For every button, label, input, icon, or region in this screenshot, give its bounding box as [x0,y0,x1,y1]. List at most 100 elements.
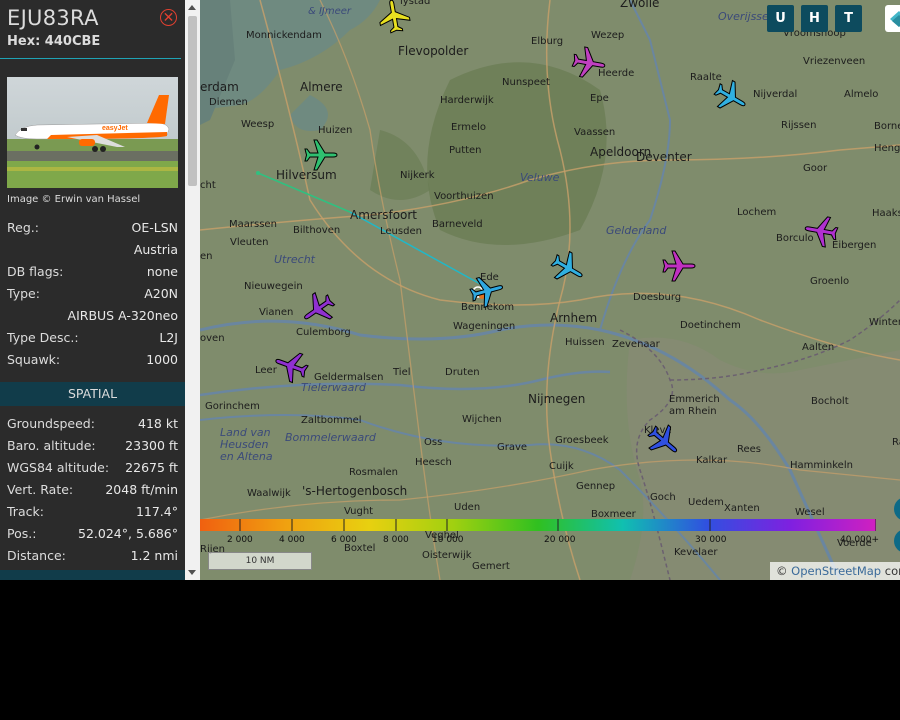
svg-text:easyJet: easyJet [102,125,128,132]
divider [0,58,181,59]
place-label: Almere [300,80,343,94]
place-label: Doetinchem [680,320,741,331]
place-label: en [200,251,213,262]
altitude-tick-label: 10 000 [432,535,464,545]
altitude-legend [200,519,876,531]
spatial-value: 1.2 nmi [130,548,178,563]
info-label: Squawk: [7,352,61,367]
place-label: Hengl [874,143,900,154]
spatial-label: Groundspeed: [7,416,95,431]
map-attribution: © OpenStreetMap cor [770,562,900,580]
t-button[interactable]: T [835,5,862,32]
scroll-thumb[interactable] [188,16,197,186]
info-value: L2J [159,330,178,345]
place-label: cht [200,180,216,191]
h-button[interactable]: H [801,5,828,32]
scale-label: 10 NM [245,556,275,566]
place-label: Bilthoven [293,225,341,236]
place-label: Veluwe [520,171,560,184]
place-label: Goor [803,163,828,174]
aircraft-magenta-doesburg[interactable] [658,245,700,287]
openstreetmap-link[interactable]: OpenStreetMap [791,564,881,578]
aircraft-green-hilversum[interactable] [300,134,342,176]
photo-credit: Image © Erwin van Hassel [7,194,141,205]
aircraft-violet-wezep[interactable] [568,42,610,84]
place-label: Barneveld [432,219,483,230]
place-label: Vaassen [574,127,616,138]
info-value: OE-LSN [131,220,179,235]
section-header-next[interactable] [0,570,185,580]
place-label: Diemen [209,97,248,108]
place-label: Rosmalen [349,467,398,478]
place-label: Wesel [795,507,825,518]
sidebar-scrollbar[interactable] [185,0,200,580]
place-label: Haaksberge [872,208,900,219]
place-label: Zaltbommel [301,415,362,426]
spatial-value: 2048 ft/min [105,482,178,497]
place-label: Elburg [531,36,564,47]
hex-code: Hex: 440CBE [7,34,101,49]
aircraft-yellow[interactable] [373,0,415,37]
spatial-value: 23300 ft [125,438,178,453]
place-label: Hamminkeln [790,460,853,471]
scale-bar: 10 NM [208,552,312,570]
place-label: Gemert [472,561,510,572]
info-value: none [146,264,178,279]
place-label: Grave [497,442,528,453]
info-value: A20N [144,286,178,301]
place-label: Bocholt [811,396,849,407]
aircraft-blue-kleve[interactable] [643,420,685,462]
close-icon[interactable]: ✕ [160,9,177,26]
place-label: Zwolle [620,0,660,10]
place-label: Xanten [724,503,760,514]
place-label: Groenlo [810,276,850,287]
place-label: Aalten [802,342,835,353]
altitude-tick-label: 8 000 [383,535,409,545]
aircraft-cyan-raalte[interactable] [710,76,752,118]
aircraft-cyan-arnhem[interactable] [547,247,589,289]
place-label: Vianen [259,307,294,318]
altitude-tick-label: 40 000+ [840,535,880,545]
scroll-down-icon[interactable] [188,570,196,575]
place-label: Zevenaar [612,339,660,350]
place-label: erdam [200,80,239,94]
place-label: Oss [424,437,443,448]
info-row: Reg.: OE-LSN [7,219,178,237]
place-label: Amersfoort [350,208,418,222]
info-row: Squawk: 1000 [7,351,178,369]
altitude-tick-label: 6 000 [331,535,357,545]
place-label: Nunspeet [502,77,550,88]
spatial-row: Vert. Rate: 2048 ft/min [7,481,178,499]
place-label: Tiel [393,367,411,378]
aircraft-purple-culemborg[interactable] [297,288,339,330]
map-view[interactable]: lystad & IJmeer Zwolle Overijsse Vroomshoop M… [200,0,900,580]
place-label: Wezep [591,30,625,41]
place-label: Weesp [241,119,275,130]
spatial-row: Track: 117.4° [7,503,178,521]
spatial-row: Pos.: 52.024°, 5.686° [7,525,178,543]
aircraft-purple-leer[interactable] [270,345,312,387]
place-label: Gennep [576,481,616,492]
scroll-up-icon[interactable] [188,5,196,10]
spatial-label: Baro. altitude: [7,438,96,453]
place-label: Wijchen [462,414,502,425]
place-label: Bommelerwaard [285,431,376,444]
place-label: Waalwijk [247,488,291,499]
place-label: Ermelo [451,122,487,133]
app-window: EJU83RA ✕ Hex: 440CBE easyJet Image © Er… [0,0,900,580]
layers-icon[interactable] [885,5,900,32]
place-label: Winterswijk [869,317,900,328]
info-value: AIRBUS A-320neo [67,308,178,323]
aircraft-photo[interactable]: easyJet [7,77,178,188]
altitude-gradient [200,519,876,531]
aircraft-magenta-borculo[interactable] [800,210,842,252]
u-button[interactable]: U [767,5,794,32]
place-label: Monnickendam [246,30,322,41]
spatial-row: Baro. altitude: 23300 ft [7,437,178,455]
spatial-section-header[interactable]: SPATIAL [0,382,185,406]
info-row: Type Desc.: L2J [7,329,178,347]
place-label: Lochem [737,207,777,218]
aircraft-cyan-ede[interactable] [466,270,508,312]
info-row: AIRBUS A-320neo [7,307,178,325]
place-label: Oisterwijk [422,550,472,561]
